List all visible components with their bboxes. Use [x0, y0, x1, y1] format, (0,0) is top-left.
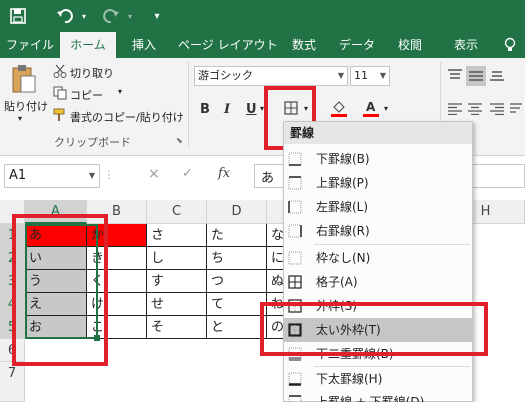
chevron-down-icon: ▼	[337, 71, 344, 80]
tab-view[interactable]: 表示	[446, 32, 486, 58]
cell[interactable]: さ	[147, 224, 207, 247]
format-painter-icon[interactable]	[52, 107, 68, 123]
cancel-icon[interactable]: ×	[148, 166, 160, 182]
row-header[interactable]: 7	[0, 362, 25, 402]
undo-dropdown-icon[interactable]: ▾	[78, 0, 90, 32]
cell[interactable]: ち	[207, 247, 267, 270]
top-border-icon	[288, 176, 302, 190]
menu-item-all-borders[interactable]: 格子(A)	[284, 270, 472, 294]
menu-item-left-border[interactable]: 左罫線(L)	[284, 195, 472, 219]
menu-separator	[314, 244, 470, 245]
ribbon-tabs: ファイル ホーム 挿入 ページ レイアウト 数式 データ 校閲 表示	[0, 32, 525, 58]
align-center-icon[interactable]	[466, 100, 484, 118]
title-bar: ▾ ▾ ▾	[0, 0, 525, 32]
insert-function-icon[interactable]: fx	[218, 166, 230, 181]
redo-dropdown-icon[interactable]: ▾	[124, 0, 136, 32]
formula-content: あ	[261, 171, 275, 186]
tab-formulas[interactable]: 数式	[284, 32, 324, 58]
resize-handle-icon[interactable]: ⋮	[104, 164, 114, 188]
cell[interactable]: せ	[147, 293, 207, 316]
cell[interactable]: た	[207, 224, 267, 247]
menu-item-thick-bottom-border[interactable]: 下太罫線(H)	[284, 367, 472, 391]
paste-button[interactable]: 貼り付け	[4, 98, 48, 114]
enter-icon[interactable]: ✓	[182, 166, 193, 181]
left-border-icon	[288, 200, 302, 214]
cell[interactable]: つ	[207, 270, 267, 293]
menu-item-top-and-bottom-border[interactable]: 上罫線 + 下罫線(D)	[284, 390, 472, 402]
bottom-border-icon	[288, 152, 302, 166]
cut-button[interactable]: 切り取り	[70, 65, 114, 81]
wrap-text-icon[interactable]	[508, 100, 524, 118]
menu-item-bottom-border[interactable]: 下罫線(B)	[284, 147, 472, 171]
paste-icon[interactable]	[8, 64, 40, 94]
align-right-icon[interactable]	[488, 100, 506, 118]
cell[interactable]: す	[147, 270, 207, 293]
copy-icon[interactable]	[52, 85, 68, 101]
align-left-icon[interactable]	[446, 100, 464, 118]
redo-icon[interactable]	[100, 0, 122, 32]
underline-button[interactable]: U	[246, 102, 257, 117]
cell[interactable]: と	[207, 316, 267, 339]
chevron-down-icon: ▼	[379, 71, 386, 80]
font-color-icon[interactable]: A	[362, 98, 380, 118]
cell[interactable]: そ	[147, 316, 207, 339]
highlight-box-selection	[12, 214, 108, 366]
tab-file[interactable]: ファイル	[4, 32, 56, 58]
highlight-box-thick-box-border	[260, 302, 488, 356]
right-border-icon	[288, 224, 302, 238]
group-separator	[188, 62, 189, 148]
font-name-combo[interactable]: 游ゴシック ▼	[194, 66, 348, 86]
italic-button[interactable]: I	[224, 102, 230, 117]
cell[interactable]: て	[207, 293, 267, 316]
clipboard-group-label: クリップボード	[54, 136, 131, 149]
save-icon[interactable]	[6, 0, 30, 32]
format-painter-button[interactable]: 書式のコピー/貼り付け	[70, 109, 184, 125]
copy-button[interactable]: コピー	[70, 87, 103, 103]
font-name-value: 游ゴシック	[198, 69, 253, 82]
paste-dropdown-icon[interactable]: ▾	[18, 114, 22, 123]
copy-dropdown-icon[interactable]: ▾	[118, 87, 122, 96]
column-header[interactable]: C	[147, 200, 207, 224]
tab-page-layout[interactable]: ページ レイアウト	[178, 32, 278, 58]
no-border-icon	[288, 251, 302, 265]
name-box-value: A1	[9, 168, 27, 183]
customize-icon[interactable]: ▾	[148, 0, 166, 32]
all-borders-icon	[288, 275, 302, 289]
align-top-icon[interactable]	[446, 66, 464, 84]
column-header[interactable]: D	[207, 200, 267, 224]
tab-data[interactable]: データ	[334, 32, 380, 58]
chevron-down-icon: ▼	[88, 171, 95, 180]
menu-item-right-border[interactable]: 右罫線(R)	[284, 219, 472, 243]
menu-item-no-border[interactable]: 枠なし(N)	[284, 246, 472, 270]
tab-review[interactable]: 校閲	[390, 32, 430, 58]
lightbulb-icon[interactable]	[500, 32, 520, 58]
top-and-bottom-border-icon	[288, 395, 302, 402]
menu-title: 罫線	[284, 122, 472, 144]
align-bottom-icon[interactable]	[488, 66, 506, 84]
font-size-combo[interactable]: 11 ▼	[350, 66, 390, 86]
thick-bottom-border-icon	[288, 372, 302, 386]
bold-button[interactable]: B	[200, 102, 210, 117]
menu-item-top-border[interactable]: 上罫線(P)	[284, 171, 472, 195]
scissors-icon[interactable]	[52, 63, 68, 79]
border-dropdown-menu: 罫線 下罫線(B) 上罫線(P) 左罫線(L) 右罫線(R) 枠なし(N) 格子…	[283, 121, 473, 402]
cell[interactable]: し	[147, 247, 207, 270]
dialog-launcher-icon[interactable]: ⬊	[176, 136, 183, 145]
tab-insert[interactable]: 挿入	[122, 32, 166, 58]
font-color-letter: A	[366, 100, 376, 114]
align-middle-icon[interactable]	[466, 66, 486, 86]
font-color-dropdown-icon[interactable]: ▾	[384, 104, 388, 113]
undo-icon[interactable]	[54, 0, 76, 32]
font-size-value: 11	[354, 69, 368, 82]
name-box[interactable]: A1 ▼	[4, 164, 100, 188]
fill-color-icon[interactable]	[330, 98, 348, 118]
tab-home[interactable]: ホーム	[60, 32, 116, 58]
